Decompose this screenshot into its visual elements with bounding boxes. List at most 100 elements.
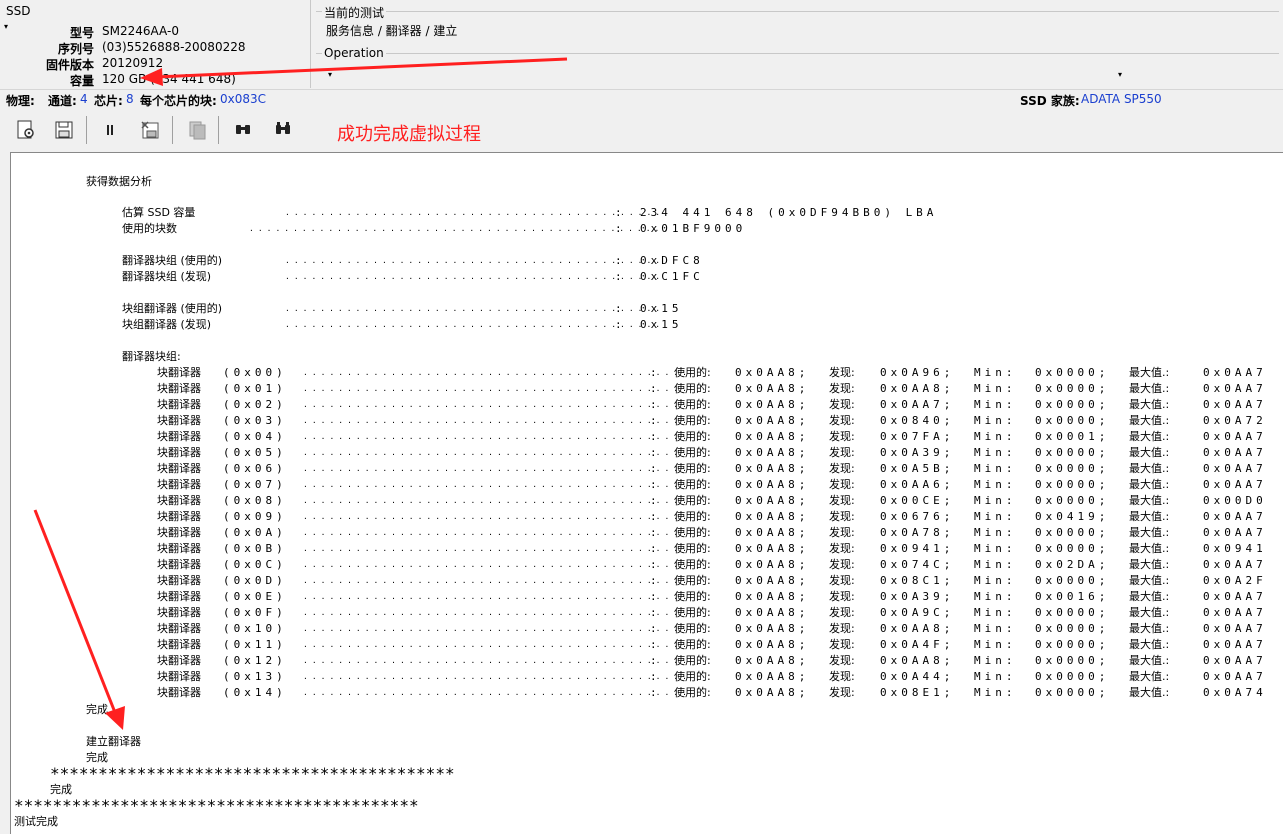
- max-value: 0x0AA7: [1203, 606, 1267, 619]
- translator-dots: ........................................…: [303, 656, 691, 665]
- operation-select[interactable]: ▾ ▾: [324, 68, 1124, 84]
- translator-id: (0x10): [223, 622, 287, 635]
- found-value: 0x0676;: [880, 510, 955, 523]
- translator-dots: ........................................…: [303, 640, 691, 649]
- pause-icon[interactable]: [97, 117, 123, 143]
- used-value: 0x0AA8;: [735, 670, 810, 683]
- summary-label: 翻译器块组 (使用的): [122, 254, 223, 267]
- current-test-divider: [316, 11, 1279, 12]
- summary-colon: :: [615, 206, 622, 219]
- found-value: 0x0AA8;: [880, 382, 955, 395]
- translator-colon: :: [650, 510, 657, 523]
- used-label: 使用的:: [674, 382, 711, 395]
- max-value: 0x0AA7: [1203, 590, 1267, 603]
- translator-colon: :: [650, 638, 657, 651]
- save-disk-icon[interactable]: [51, 117, 77, 143]
- used-label: 使用的:: [674, 478, 711, 491]
- used-label: 使用的:: [674, 654, 711, 667]
- found-value: 0x0840;: [880, 414, 955, 427]
- translator-label: 块翻译器: [157, 478, 201, 491]
- translator-id: (0x06): [223, 462, 287, 475]
- max-label: 最大值.:: [1129, 526, 1170, 539]
- min-value: 0x0000;: [1035, 526, 1110, 539]
- stars-line-1: ****************************************…: [50, 764, 455, 783]
- translator-dots: ........................................…: [303, 448, 691, 457]
- find-next-binoculars-icon[interactable]: [270, 117, 296, 143]
- used-label: 使用的:: [674, 494, 711, 507]
- min-value: 0x0000;: [1035, 606, 1110, 619]
- used-value: 0x0AA8;: [735, 622, 810, 635]
- min-label: Min:: [974, 686, 1017, 699]
- min-label: Min:: [974, 654, 1017, 667]
- toolbar: 成功完成虚拟过程: [0, 110, 1283, 150]
- min-value: 0x0000;: [1035, 414, 1110, 427]
- used-label: 使用的:: [674, 590, 711, 603]
- used-value: 0x0AA8;: [735, 398, 810, 411]
- max-label: 最大值.:: [1129, 670, 1170, 683]
- min-value: 0x0000;: [1035, 478, 1110, 491]
- max-label: 最大值.:: [1129, 398, 1170, 411]
- min-value: 0x0000;: [1035, 654, 1110, 667]
- min-value: 0x0000;: [1035, 366, 1110, 379]
- stars-line-2: ****************************************…: [14, 796, 419, 815]
- found-label: 发现:: [829, 366, 855, 379]
- max-value: 0x0A74: [1203, 686, 1267, 699]
- used-value: 0x0AA8;: [735, 558, 810, 571]
- test-done-line: 测试完成: [14, 815, 58, 828]
- summary-label: 估算 SSD 容量: [122, 206, 196, 219]
- min-label: Min:: [974, 478, 1017, 491]
- translator-id: (0x13): [223, 670, 287, 683]
- translator-id: (0x07): [223, 478, 287, 491]
- max-value: 0x0AA7: [1203, 622, 1267, 635]
- used-value: 0x0AA8;: [735, 510, 810, 523]
- stop-disk-icon[interactable]: [137, 117, 163, 143]
- translator-colon: :: [650, 462, 657, 475]
- translator-id: (0x0D): [223, 574, 287, 587]
- found-label: 发现:: [829, 382, 855, 395]
- min-label: Min:: [974, 542, 1017, 555]
- log-output[interactable]: 获得数据分析估算 SSD 容量.........................…: [10, 152, 1283, 834]
- min-label: Min:: [974, 558, 1017, 571]
- min-value: 0x0000;: [1035, 494, 1110, 507]
- copy-icon[interactable]: [184, 117, 210, 143]
- translator-label: 块翻译器: [157, 654, 201, 667]
- min-value: 0x02DA;: [1035, 558, 1110, 571]
- find-binoculars-icon[interactable]: [230, 117, 256, 143]
- found-label: 发现:: [829, 558, 855, 571]
- translator-dots: ........................................…: [303, 480, 691, 489]
- used-label: 使用的:: [674, 510, 711, 523]
- translator-colon: :: [650, 382, 657, 395]
- toolbar-separator-2: [172, 116, 173, 144]
- translator-id: (0x0B): [223, 542, 287, 555]
- found-value: 0x0AA7;: [880, 398, 955, 411]
- toolbar-separator-3: [218, 116, 219, 144]
- found-label: 发现:: [829, 414, 855, 427]
- operation-dropdown-icon-right: ▾: [1118, 70, 1123, 79]
- found-label: 发现:: [829, 670, 855, 683]
- found-label: 发现:: [829, 606, 855, 619]
- ssd-info-panel: SSD ▾ 型号 SM2246AA-0 序列号 (03)5526888-2008…: [0, 0, 311, 88]
- analysis-heading: 获得数据分析: [86, 175, 152, 188]
- translator-label: 块翻译器: [157, 382, 201, 395]
- translator-label: 块翻译器: [157, 542, 201, 555]
- translator-colon: :: [650, 670, 657, 683]
- translator-dots: ........................................…: [303, 688, 691, 697]
- used-value: 0x0AA8;: [735, 654, 810, 667]
- translator-label: 块翻译器: [157, 558, 201, 571]
- found-label: 发现:: [829, 430, 855, 443]
- summary-colon: :: [615, 270, 622, 283]
- min-value: 0x0000;: [1035, 542, 1110, 555]
- found-label: 发现:: [829, 574, 855, 587]
- summary-value: 0xDFC8: [640, 254, 704, 267]
- min-label: Min:: [974, 446, 1017, 459]
- translator-id: (0x05): [223, 446, 287, 459]
- found-label: 发现:: [829, 494, 855, 507]
- physical-label: 物理:: [6, 94, 35, 108]
- summary-label: 翻译器块组 (发现): [122, 270, 212, 283]
- settings-page-icon[interactable]: [13, 117, 39, 143]
- min-label: Min:: [974, 382, 1017, 395]
- min-label: Min:: [974, 638, 1017, 651]
- translator-dots: ........................................…: [303, 592, 691, 601]
- summary-value: 0x15: [640, 302, 683, 315]
- found-label: 发现:: [829, 654, 855, 667]
